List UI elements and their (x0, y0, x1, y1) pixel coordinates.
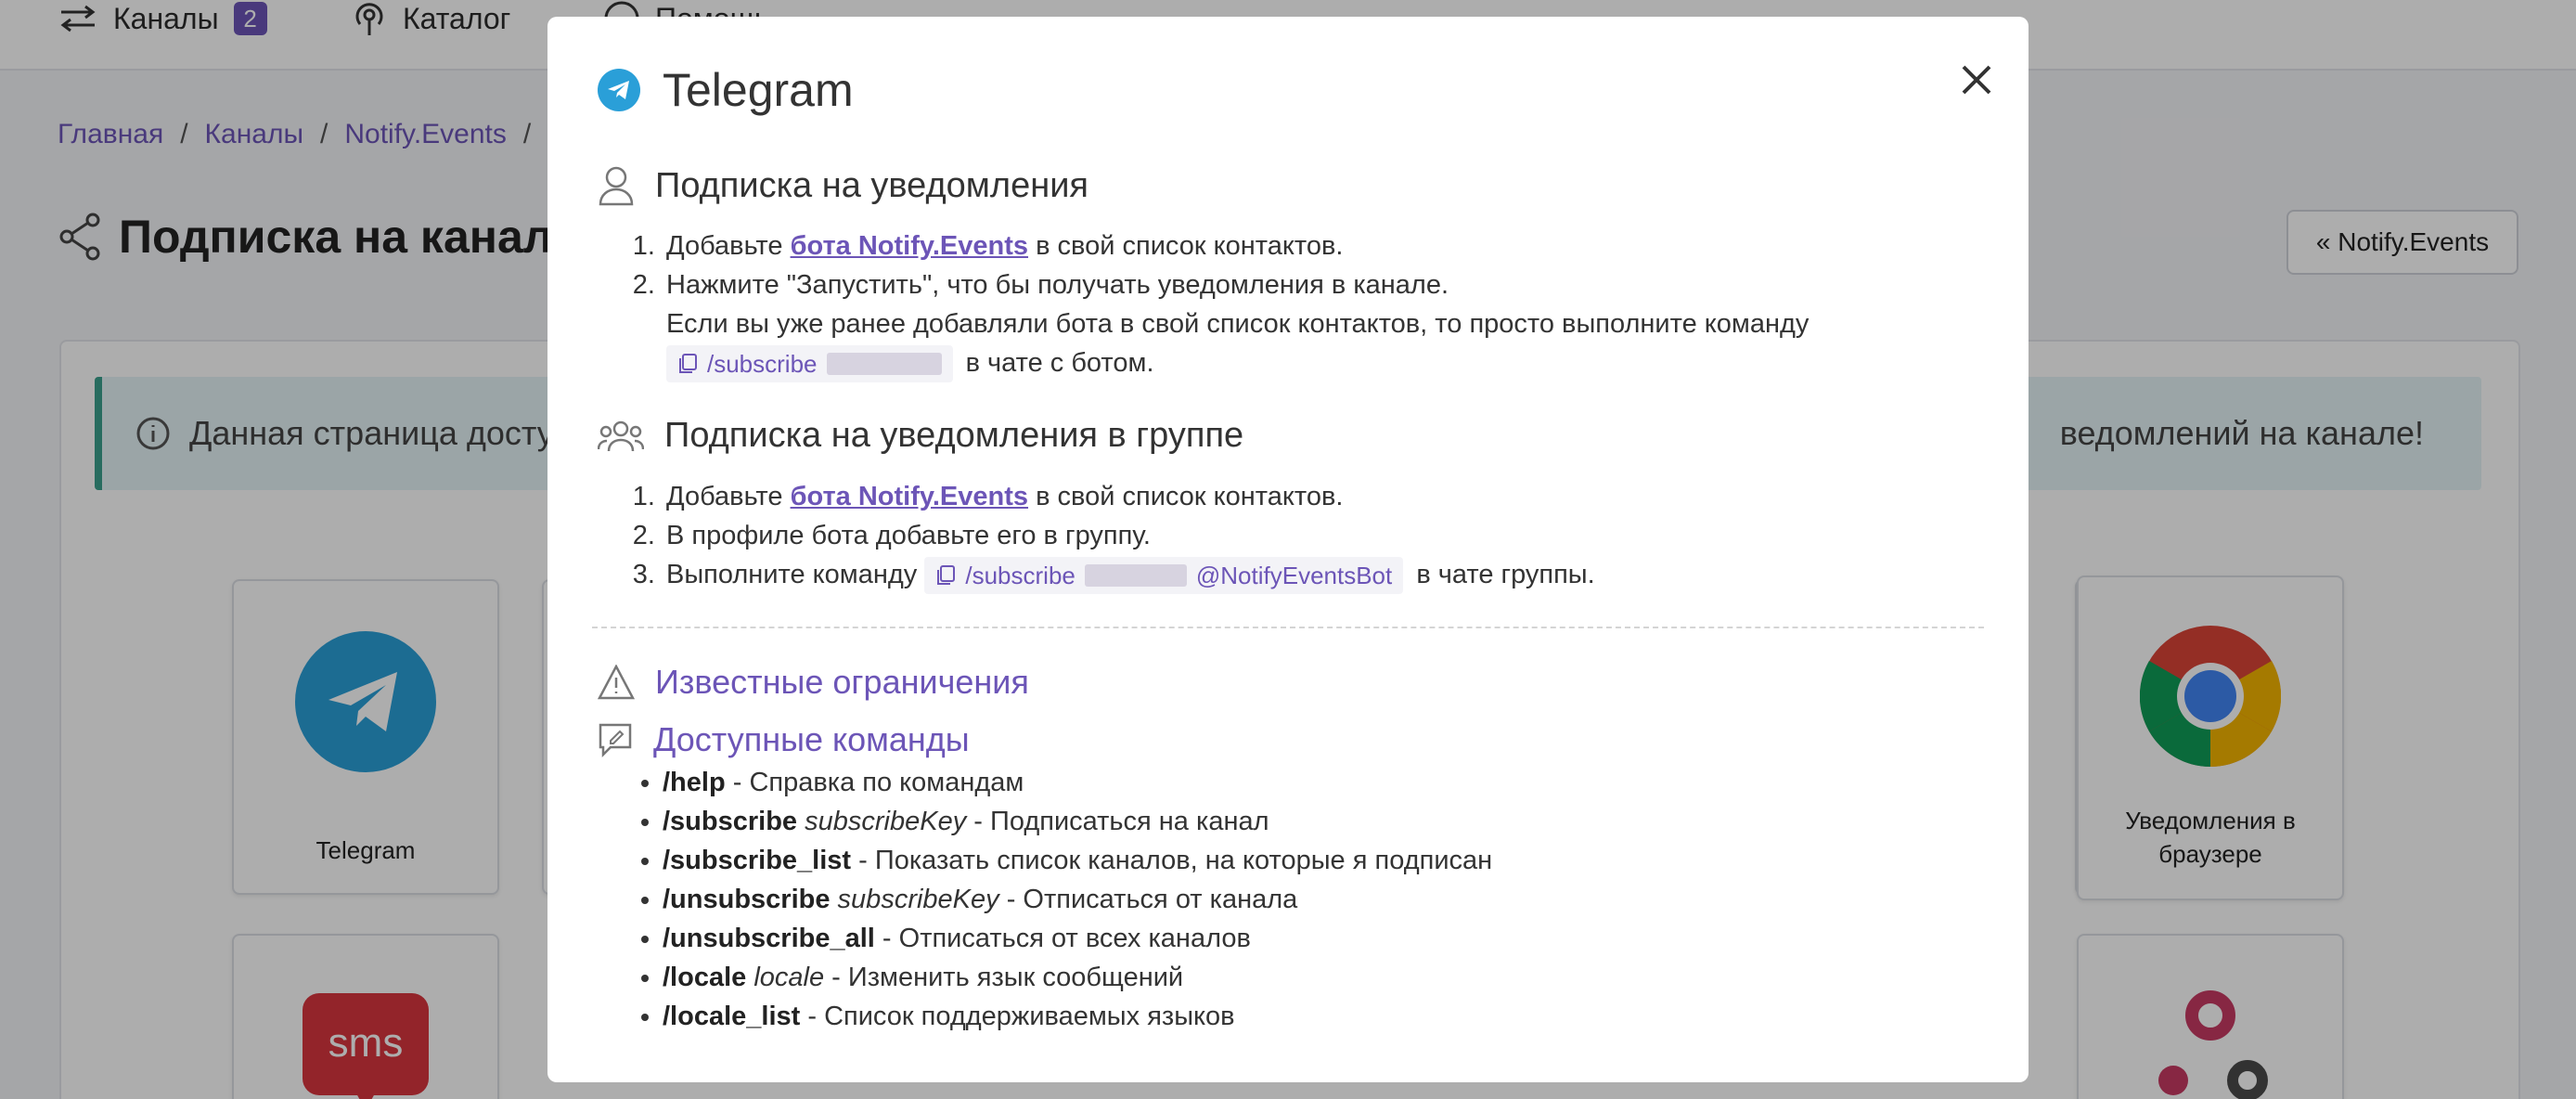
command-name: /unsubscribe (663, 885, 831, 914)
bot-link[interactable]: бота Notify.Events (791, 482, 1028, 511)
section-heading: Подписка на уведомления (655, 165, 1089, 205)
command-item: /locale locale - Изменить язык сообщений (663, 958, 1492, 997)
copy-icon[interactable] (935, 564, 956, 587)
group-subscribe-command-code[interactable]: /subscribe @NotifyEventsBot (924, 557, 1404, 595)
section-heading: Известные ограничения (655, 663, 1029, 701)
close-icon[interactable] (1954, 58, 1999, 102)
command-name: /locale (663, 963, 747, 992)
modal-header: Telegram (598, 63, 854, 117)
step-text: в свой список контактов. (1028, 231, 1344, 261)
redacted-key (1084, 564, 1187, 588)
command-text: /subscribe (707, 350, 818, 379)
command-text: /subscribe (965, 562, 1075, 590)
step-text: Добавьте (666, 231, 791, 261)
step-add-bot: Добавьте бота Notify.Events в свой списо… (663, 477, 1595, 516)
step-run-command: Выполните команду /subscribe @NotifyEven… (663, 555, 1595, 595)
command-item: /help - Справка по командам (663, 763, 1492, 802)
commands-heading[interactable]: Доступные команды (598, 720, 970, 759)
command-item: /unsubscribe subscribeKey - Отписаться о… (663, 880, 1492, 919)
command-name: /unsubscribe_all (663, 924, 875, 953)
limitations-heading[interactable]: Известные ограничения (598, 663, 1029, 702)
bot-mention: @NotifyEventsBot (1195, 562, 1393, 590)
group-steps-list: Добавьте бота Notify.Events в свой списо… (663, 477, 1595, 595)
command-description: - Подписаться на канал (966, 807, 1269, 836)
command-description: - Показать список каналов, на которые я … (851, 846, 1493, 875)
command-name: /help (663, 768, 726, 797)
section-personal-heading: Подписка на уведомления (598, 165, 1088, 206)
command-name: /subscribe_list (663, 846, 852, 875)
step-text: Выполните команду (666, 560, 918, 589)
command-description: - Отписаться от всех каналов (874, 924, 1251, 953)
command-description: - Изменить язык сообщений (824, 963, 1184, 992)
step-text: в свой список контактов. (1028, 482, 1344, 511)
command-argument: subscribeKey (830, 885, 999, 914)
users-group-icon (598, 420, 644, 451)
modal-title: Telegram (663, 64, 854, 116)
telegram-icon (598, 69, 640, 111)
command-item: /unsubscribe_all - Отписаться от всех ка… (663, 919, 1492, 958)
command-item: /subscribe subscribeKey - Подписаться на… (663, 802, 1492, 841)
command-argument: locale (746, 963, 825, 992)
section-group-heading: Подписка на уведомления в группе (598, 416, 1243, 456)
subscribe-command-code[interactable]: /subscribe (666, 345, 953, 383)
command-item: /subscribe_list - Показать список канало… (663, 841, 1492, 880)
section-heading: Доступные команды (653, 720, 970, 758)
section-heading: Подписка на уведомления в группе (664, 416, 1244, 455)
command-argument: subscribeKey (797, 807, 967, 836)
command-name: /subscribe (663, 807, 798, 836)
command-name: /locale_list (663, 1002, 801, 1031)
step-text: Добавьте (666, 482, 791, 511)
chat-edit-icon (599, 723, 632, 757)
step-add-bot: Добавьте бота Notify.Events в свой списо… (663, 226, 1809, 265)
step-text: в чате с ботом. (965, 348, 1154, 378)
warning-triangle-icon (598, 665, 635, 700)
command-item: /locale_list - Список поддерживаемых язы… (663, 997, 1492, 1036)
redacted-key (826, 353, 942, 376)
user-icon (599, 166, 634, 206)
command-description: - Отписаться от канала (998, 885, 1298, 914)
step-start: Нажмите "Запустить", что бы получать уве… (663, 265, 1810, 383)
command-description: - Список поддерживаемых языков (800, 1002, 1235, 1031)
step-note: Если вы уже ранее добавляли бота в свой … (666, 309, 1810, 339)
step-add-to-group: В профиле бота добавьте его в группу. (663, 516, 1595, 555)
section-divider (592, 627, 1984, 628)
copy-icon[interactable] (677, 353, 698, 375)
step-text: В профиле бота добавьте его в группу. (666, 521, 1151, 550)
bot-link[interactable]: бота Notify.Events (791, 231, 1028, 261)
step-text: в чате группы. (1416, 560, 1595, 589)
personal-steps-list: Добавьте бота Notify.Events в свой списо… (663, 226, 1810, 383)
step-text: Нажмите "Запустить", что бы получать уве… (666, 270, 1449, 300)
commands-list: /help - Справка по командам /subscribe s… (663, 763, 1492, 1036)
command-description: - Справка по командам (725, 768, 1024, 797)
